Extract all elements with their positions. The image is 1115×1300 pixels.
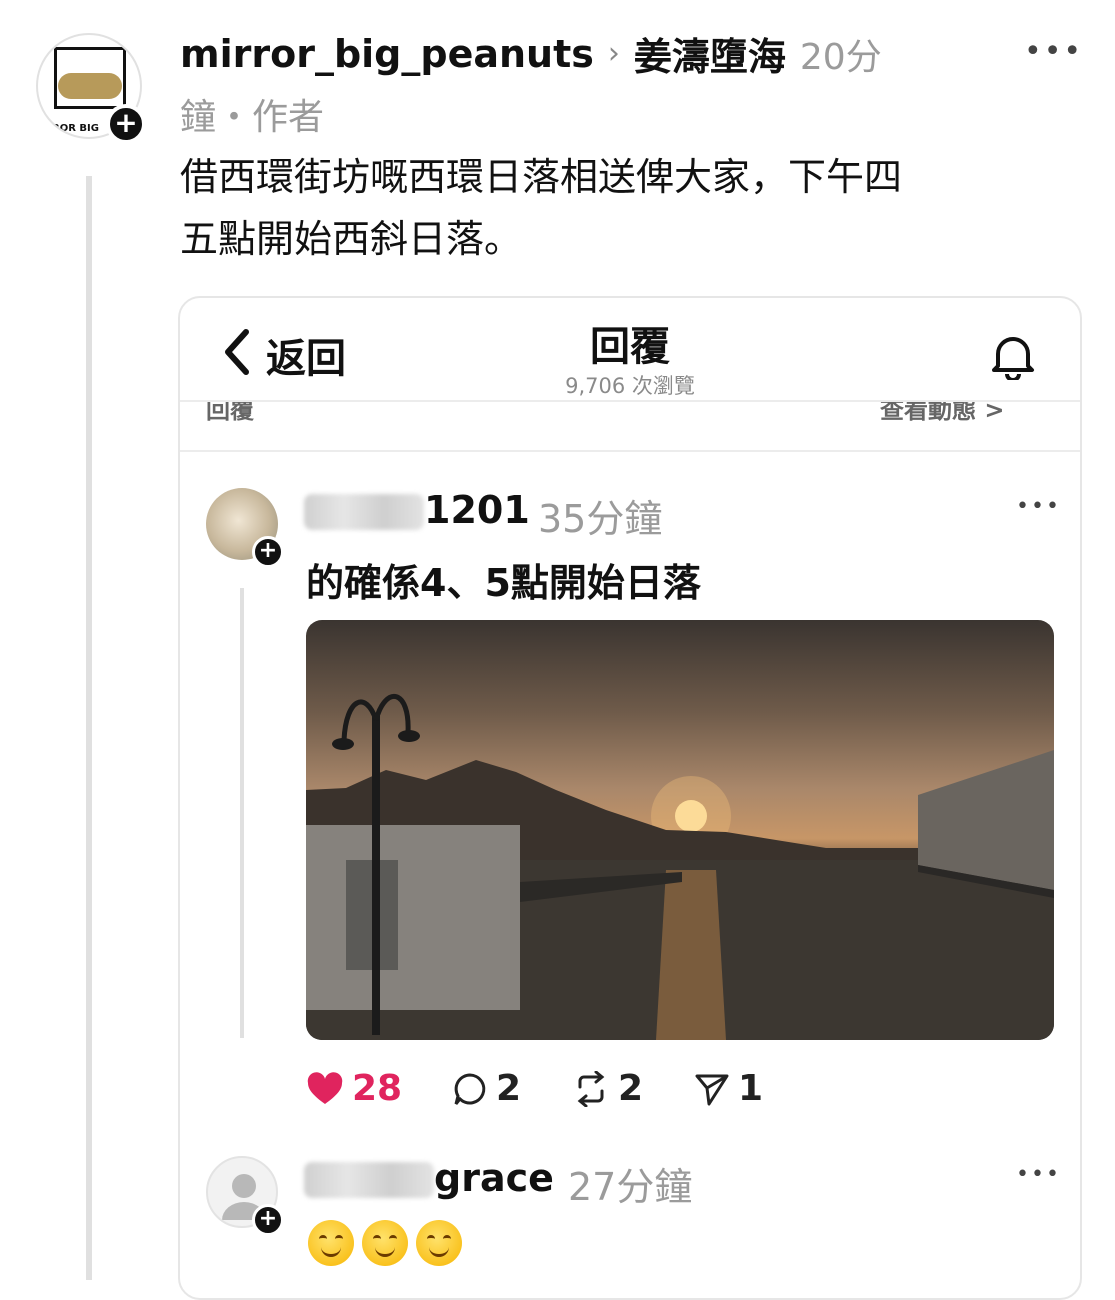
section-divider bbox=[180, 450, 1080, 452]
repost-icon bbox=[577, 1070, 605, 1107]
post-text-line1: 借西環街坊嘅西環日落相送俾大家，下午四 bbox=[180, 155, 903, 199]
view-count: 9,706 次瀏覽 bbox=[565, 374, 695, 398]
blurred-username bbox=[304, 494, 424, 530]
sunset-photo[interactable] bbox=[306, 620, 1054, 1040]
follow-plus-icon[interactable]: + bbox=[252, 536, 284, 568]
cut-right-text: 查看動態 > bbox=[880, 402, 1005, 424]
post-header: mirror_big_peanuts › 姜濤墮海 20分 bbox=[180, 26, 882, 81]
smiling-face-icon bbox=[308, 1220, 354, 1266]
reply1-time: 35分鐘 bbox=[538, 497, 663, 541]
embedded-title: 回覆 bbox=[590, 324, 670, 370]
smiling-face-icon bbox=[416, 1220, 462, 1266]
thread-line bbox=[86, 176, 92, 1280]
peanut-logo-icon bbox=[58, 73, 122, 99]
post-text-line2: 五點開始西斜日落。 bbox=[180, 217, 523, 261]
post-time-part2: 鐘・作者 bbox=[180, 97, 325, 138]
comment-count: 2 bbox=[496, 1068, 522, 1109]
logo-text: ROR BIG bbox=[52, 123, 99, 134]
reply1-more-icon[interactable]: ••• bbox=[1016, 494, 1061, 519]
reply2-username[interactable]: grace bbox=[434, 1156, 554, 1200]
embedded-screenshot[interactable]: 返回 回覆 9,706 次瀏覽 回覆 查看動態 > + 1201 35分鐘 ••… bbox=[178, 296, 1082, 1300]
reply-target[interactable]: 姜濤墮海 bbox=[634, 26, 786, 81]
like-count: 28 bbox=[352, 1068, 403, 1109]
post-time-part1: 20分 bbox=[799, 36, 882, 78]
reply1-text: 的確係4、5點開始日落 bbox=[306, 561, 701, 605]
like-button[interactable]: 28 bbox=[306, 1068, 402, 1109]
heart-icon bbox=[307, 1071, 343, 1104]
share-button[interactable]: 1 bbox=[694, 1068, 763, 1109]
follow-plus-icon[interactable]: + bbox=[106, 104, 146, 144]
blurred-username bbox=[304, 1162, 434, 1198]
repost-count: 2 bbox=[618, 1068, 644, 1109]
send-icon bbox=[695, 1074, 729, 1105]
reply1-username[interactable]: 1201 bbox=[424, 488, 530, 532]
reply2-emojis bbox=[308, 1220, 462, 1266]
author-username[interactable]: mirror_big_peanuts bbox=[180, 32, 594, 76]
reply2-more-icon[interactable]: ••• bbox=[1016, 1162, 1061, 1187]
reply1-thread-line bbox=[240, 588, 244, 1038]
bell-icon[interactable] bbox=[990, 332, 1036, 380]
reply2-time: 27分鐘 bbox=[568, 1165, 693, 1209]
share-count: 1 bbox=[738, 1068, 764, 1109]
more-options-icon[interactable]: ••• bbox=[1024, 34, 1083, 69]
back-button[interactable]: 返回 bbox=[266, 326, 346, 384]
cut-row: 回覆 查看動態 > bbox=[180, 402, 1080, 424]
repost-button[interactable]: 2 bbox=[572, 1068, 643, 1109]
chevron-left-icon[interactable] bbox=[220, 328, 254, 376]
comment-button[interactable]: 2 bbox=[452, 1068, 521, 1109]
smiling-face-icon bbox=[362, 1220, 408, 1266]
chevron-right-icon: › bbox=[607, 36, 620, 71]
follow-plus-icon[interactable]: + bbox=[252, 1204, 284, 1236]
cut-left-text: 回覆 bbox=[206, 402, 254, 424]
comment-icon bbox=[454, 1072, 486, 1105]
